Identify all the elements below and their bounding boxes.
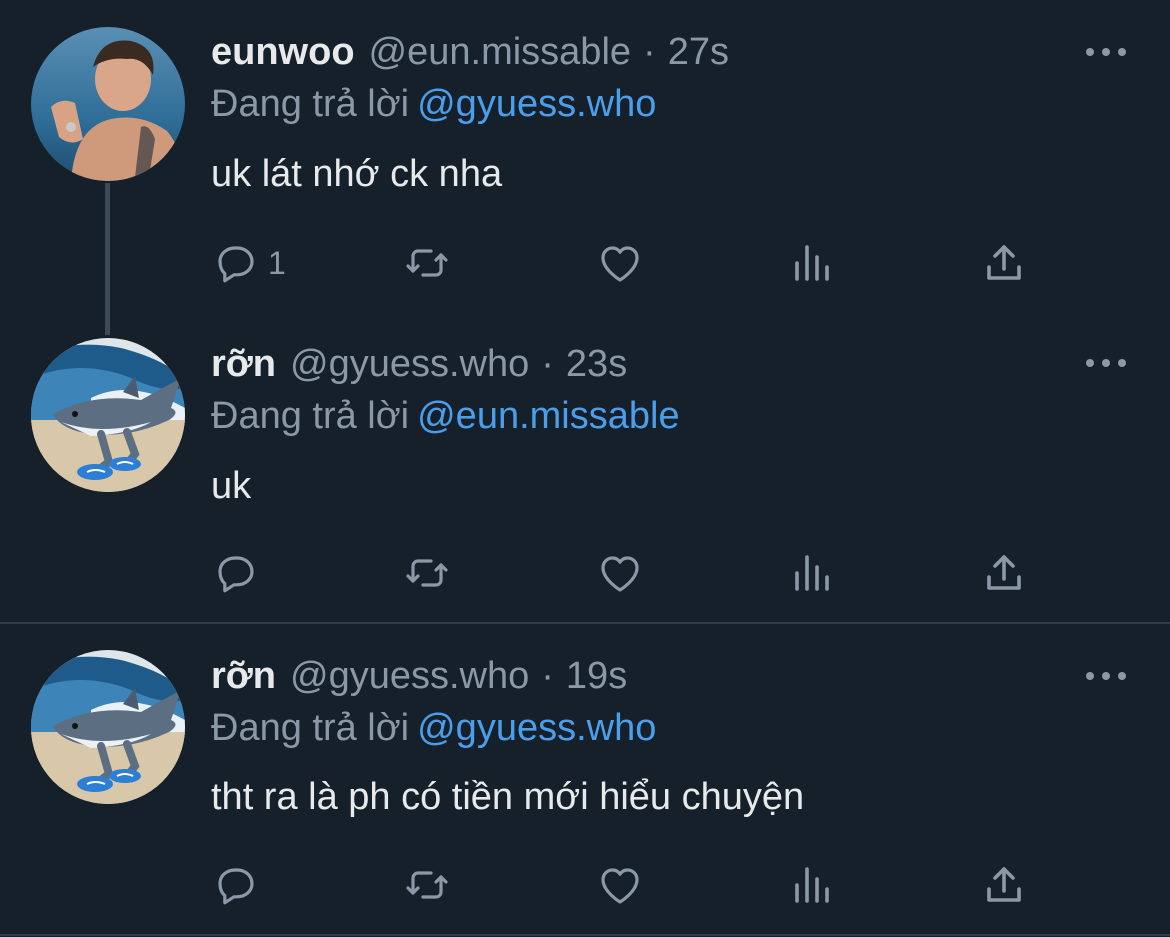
share-button[interactable] [980, 548, 1028, 598]
retweet-icon [406, 871, 448, 899]
views-icon [795, 555, 829, 591]
more-icon[interactable] [1086, 666, 1126, 686]
share-button[interactable] [980, 860, 1028, 910]
retweet-button[interactable] [403, 238, 451, 288]
like-icon [601, 246, 639, 282]
share-icon [987, 555, 1021, 590]
reply-context: Đang trả lời @eun.missable [211, 391, 680, 441]
username[interactable]: @gyuess.who [290, 651, 529, 701]
reply-count: 1 [268, 244, 286, 281]
tweet-text: tht ra là ph có tiền mới hiểu chuyện [211, 776, 805, 818]
views-icon [795, 245, 829, 281]
share-button[interactable] [980, 238, 1028, 288]
reply-button[interactable] [212, 548, 268, 598]
reply-context: Đang trả lời @gyuess.who [211, 703, 656, 753]
like-icon [601, 868, 639, 904]
retweet-button[interactable] [403, 548, 451, 598]
reply-button[interactable] [212, 860, 268, 910]
reply-mention[interactable]: @gyuess.who [417, 707, 656, 749]
reply-mention[interactable]: @gyuess.who [417, 83, 656, 125]
separator-dot: · [541, 343, 554, 385]
more-icon[interactable] [1086, 353, 1126, 373]
views-button[interactable] [788, 238, 836, 288]
action-bar: 1 [0, 238, 1170, 288]
retweet-icon [406, 559, 448, 587]
reply-prefix: Đang trả lời [211, 395, 410, 437]
views-button[interactable] [788, 548, 836, 598]
tweet-header: rỡn @gyuess.who · 23s [211, 339, 627, 389]
views-icon [795, 867, 829, 903]
separator-dot: · [643, 31, 656, 73]
reply-prefix: Đang trả lời [211, 707, 410, 749]
reply-icon [218, 868, 254, 905]
username[interactable]: @gyuess.who [290, 339, 529, 389]
avatar[interactable] [31, 338, 185, 492]
retweet-button[interactable] [403, 860, 451, 910]
like-button[interactable] [596, 548, 644, 598]
display-name[interactable]: eunwoo [211, 27, 355, 77]
display-name[interactable]: rỡn [211, 651, 276, 701]
more-icon[interactable] [1086, 42, 1126, 62]
tweet-thread: eunwoo @eun.missable · 27s Đang trả lời @… [0, 0, 1170, 937]
timestamp[interactable]: 23s [566, 339, 627, 389]
separator-dot: · [541, 655, 554, 697]
reply-button[interactable]: 1 [212, 238, 286, 288]
tweet-divider [0, 622, 1170, 624]
like-button[interactable] [596, 238, 644, 288]
timestamp[interactable]: 19s [566, 651, 627, 701]
views-button[interactable] [788, 860, 836, 910]
username[interactable]: @eun.missable [369, 27, 631, 77]
reply-mention[interactable]: @eun.missable [417, 395, 679, 437]
reply-icon [218, 246, 254, 283]
tweet-header: eunwoo @eun.missable · 27s [211, 27, 729, 77]
tweet-divider [0, 934, 1170, 936]
share-icon [987, 245, 1021, 280]
avatar[interactable] [31, 650, 185, 804]
reply-icon [218, 556, 254, 593]
action-bar [0, 860, 1170, 910]
retweet-icon [406, 249, 448, 277]
timestamp[interactable]: 27s [668, 27, 729, 77]
like-icon [601, 556, 639, 592]
action-bar [0, 548, 1170, 598]
tweet-text: uk [211, 465, 252, 507]
display-name[interactable]: rỡn [211, 339, 276, 389]
like-button[interactable] [596, 860, 644, 910]
tweet-text: uk lát nhớ ck nha [211, 153, 503, 195]
tweet-header: rỡn @gyuess.who · 19s [211, 651, 627, 701]
reply-prefix: Đang trả lời [211, 83, 410, 125]
reply-context: Đang trả lời @gyuess.who [211, 79, 656, 129]
share-icon [987, 867, 1021, 902]
avatar[interactable] [31, 27, 185, 181]
